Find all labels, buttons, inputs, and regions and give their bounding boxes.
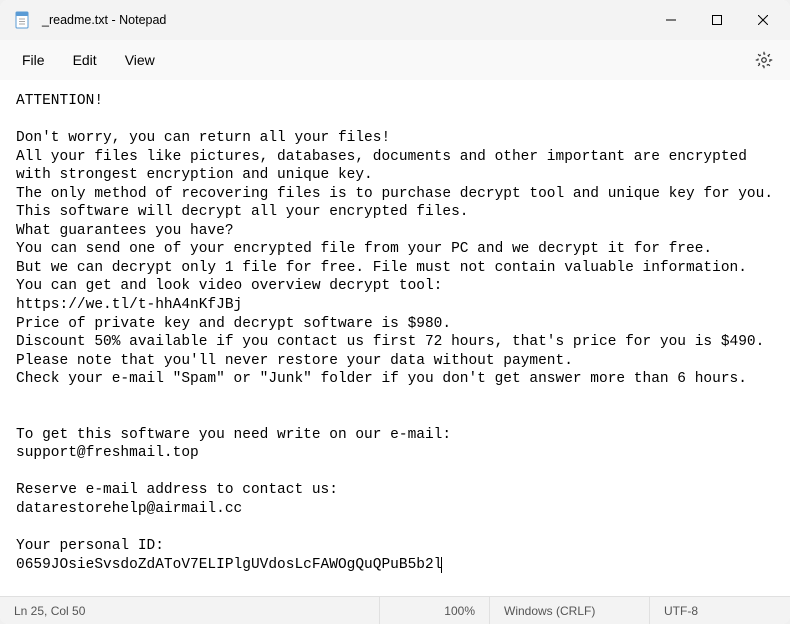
menu-edit[interactable]: Edit [59,46,111,74]
text-caret [441,557,442,573]
maximize-button[interactable] [694,0,740,40]
status-bar: Ln 25, Col 50 100% Windows (CRLF) UTF-8 [0,596,790,624]
menu-view[interactable]: View [111,46,169,74]
text-editor[interactable]: ATTENTION! Don't worry, you can return a… [0,80,790,596]
window-title: _readme.txt - Notepad [42,13,648,27]
menu-bar: File Edit View [0,40,790,80]
settings-button[interactable] [746,44,782,76]
notepad-icon [14,11,32,29]
status-cursor-position: Ln 25, Col 50 [0,597,380,624]
close-button[interactable] [740,0,786,40]
title-bar: _readme.txt - Notepad [0,0,790,40]
minimize-button[interactable] [648,0,694,40]
menu-file[interactable]: File [8,46,59,74]
status-encoding: UTF-8 [650,597,790,624]
window-controls [648,0,786,40]
document-text: ATTENTION! Don't worry, you can return a… [16,93,773,573]
status-line-ending: Windows (CRLF) [490,597,650,624]
status-zoom[interactable]: 100% [380,597,490,624]
